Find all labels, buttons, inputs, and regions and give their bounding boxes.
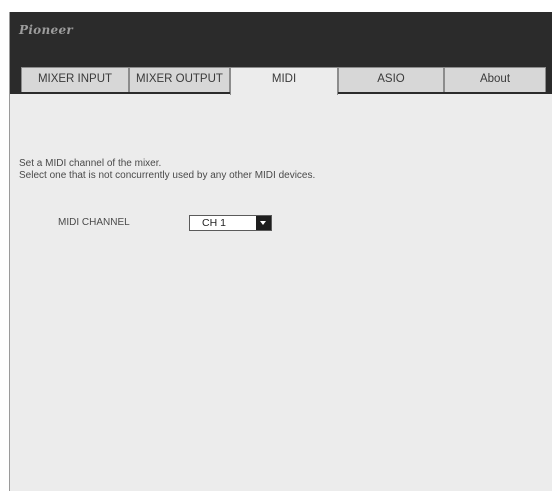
pioneer-logo: Pioneer xyxy=(19,23,74,37)
midi-description: Set a MIDI channel of the mixer. Select … xyxy=(19,158,315,182)
dropdown-arrow-icon[interactable] xyxy=(256,216,271,230)
midi-panel: Set a MIDI channel of the mixer. Select … xyxy=(10,94,552,491)
tab-bar: MIXER INPUT MIXER OUTPUT MIDI ASIO About xyxy=(21,67,552,95)
tab-mixer-output[interactable]: MIXER OUTPUT xyxy=(129,67,230,92)
tab-mixer-input[interactable]: MIXER INPUT xyxy=(21,67,129,92)
driver-settings-window: Pioneer MIXER INPUT MIXER OUTPUT MIDI AS… xyxy=(9,12,552,491)
description-line-1: Set a MIDI channel of the mixer. xyxy=(19,158,162,169)
description-line-2: Select one that is not concurrently used… xyxy=(19,170,316,181)
header-bar: Pioneer MIXER INPUT MIXER OUTPUT MIDI AS… xyxy=(10,12,552,95)
midi-channel-select[interactable]: CH 1 xyxy=(189,215,272,231)
tab-asio[interactable]: ASIO xyxy=(338,67,444,92)
midi-channel-value: CH 1 xyxy=(202,217,226,229)
tab-about[interactable]: About xyxy=(444,67,546,92)
midi-channel-label: MIDI CHANNEL xyxy=(58,217,130,228)
tab-midi[interactable]: MIDI xyxy=(230,67,338,95)
